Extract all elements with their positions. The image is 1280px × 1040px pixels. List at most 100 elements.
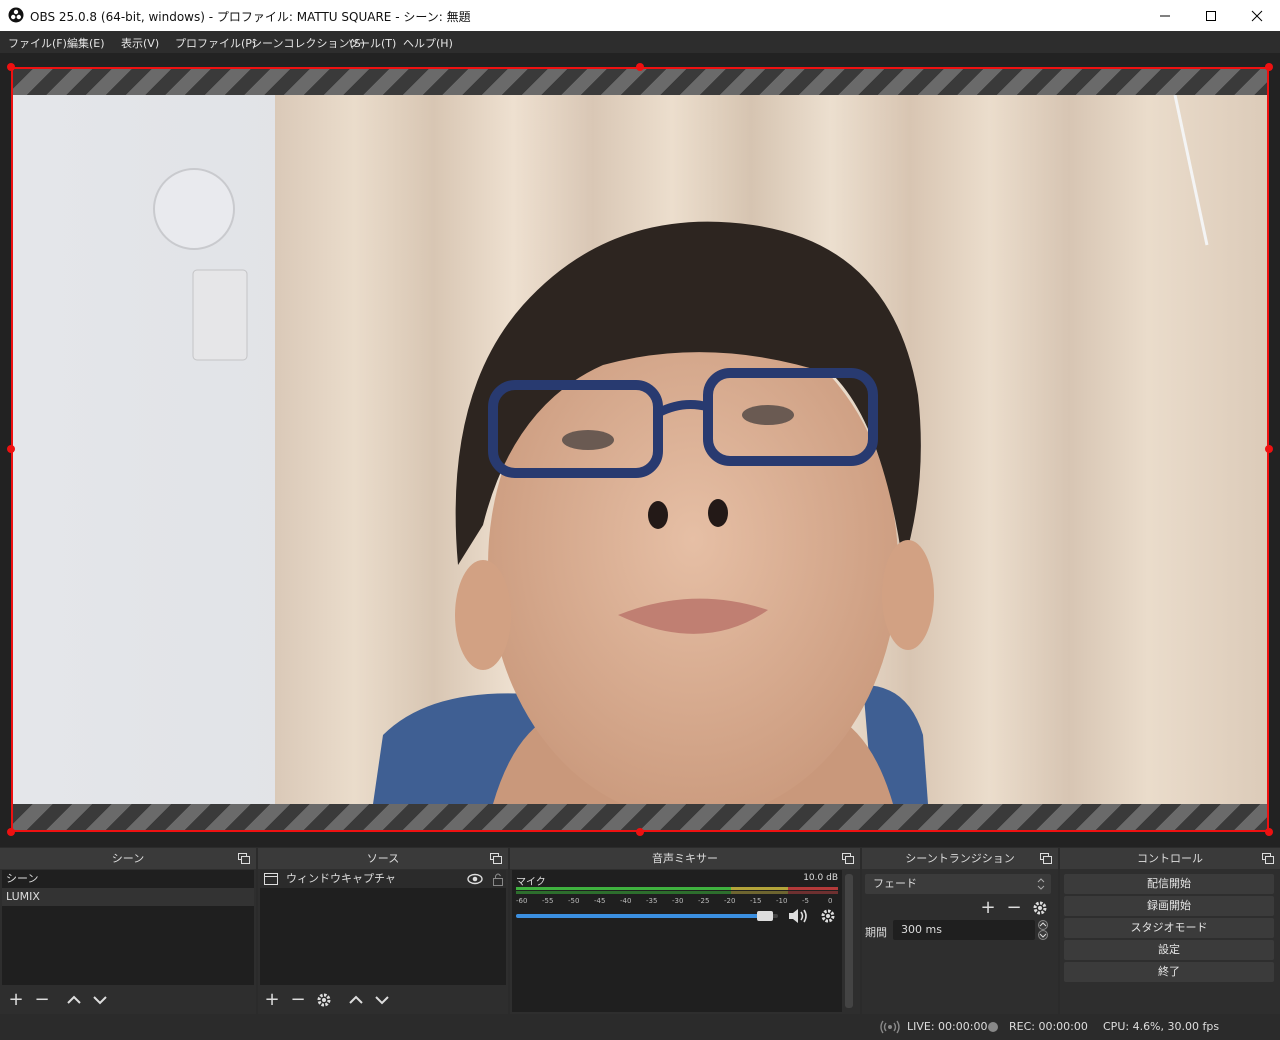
volume-slider-fill <box>516 914 765 918</box>
resize-handle[interactable] <box>636 63 644 71</box>
float-dock-icon[interactable] <box>1262 853 1274 864</box>
add-icon[interactable]: + <box>264 991 280 1009</box>
float-dock-icon[interactable] <box>238 853 250 864</box>
channel-name: マイク <box>516 877 546 888</box>
gear-icon[interactable] <box>820 908 836 924</box>
resize-handle[interactable] <box>1265 63 1273 71</box>
level-meter <box>516 887 838 890</box>
maximize-icon <box>1206 11 1216 21</box>
menu-tools[interactable]: ツール(T) <box>348 35 396 51</box>
menu-file[interactable]: ファイル(F) <box>8 35 67 51</box>
transition-value: フェード <box>873 877 917 890</box>
level-meter <box>516 891 838 894</box>
meter-scale-label: -55 <box>542 897 554 905</box>
duration-value: 300 ms <box>901 923 942 936</box>
preview-canvas[interactable] <box>11 67 1269 832</box>
meter-scale-label: 0 <box>828 897 833 905</box>
dock-title: コントロール <box>1060 848 1280 869</box>
meter-scale-label: -5 <box>802 897 809 905</box>
scenes-dock: シーン シーン LUMIX + − <box>0 848 256 1014</box>
transition-select[interactable]: フェード <box>865 874 1051 894</box>
sources-dock: ソース ウィンドウキャプチャ + − <box>258 848 508 1014</box>
source-item[interactable]: ウィンドウキャプチャ <box>260 870 506 888</box>
start-recording-button[interactable]: 録画開始 <box>1064 896 1274 916</box>
scene-item[interactable]: LUMIX <box>2 888 254 906</box>
meter-scale-label: -10 <box>776 897 788 905</box>
move-up-icon[interactable] <box>348 992 364 1008</box>
move-down-icon[interactable] <box>92 992 108 1008</box>
scene-item[interactable]: シーン <box>2 870 254 888</box>
visibility-eye-icon[interactable] <box>467 873 483 885</box>
resize-handle[interactable] <box>7 63 15 71</box>
duration-label: 期間 <box>865 926 887 939</box>
channel-db: 10.0 dB <box>803 873 838 883</box>
meter-scale-label: -30 <box>672 897 684 905</box>
meter-scale-label: -20 <box>724 897 736 905</box>
volume-slider[interactable] <box>516 911 778 921</box>
sources-toolbar: + − <box>258 986 508 1014</box>
speaker-icon[interactable] <box>788 908 810 924</box>
add-icon[interactable]: + <box>8 991 24 1009</box>
menu-view[interactable]: 表示(V) <box>121 35 159 51</box>
remove-icon[interactable]: − <box>34 991 50 1009</box>
close-button[interactable] <box>1234 0 1280 31</box>
source-list: ウィンドウキャプチャ <box>260 870 506 985</box>
menu-bar: ファイル(F) 編集(E) 表示(V) プロファイル(P) シーンコレクション(… <box>0 31 1280 53</box>
minimize-icon <box>1160 15 1170 17</box>
status-bar: LIVE: 00:00:00 REC: 00:00:00 CPU: 4.6%, … <box>0 1014 1280 1040</box>
window-title: OBS 25.0.8 (64-bit, windows) - プロファイル: M… <box>30 10 471 24</box>
move-up-icon[interactable] <box>66 992 82 1008</box>
resize-handle[interactable] <box>7 828 15 836</box>
cpu-status: CPU: 4.6%, 30.00 fps <box>1103 1020 1220 1033</box>
audio-mixer-dock: 音声ミキサー マイク 10.0 dB -60 -55 -50 -45 -40 -35 -30… <box>510 848 860 1014</box>
resize-handle[interactable] <box>1265 828 1273 836</box>
dock-title: ソース <box>258 848 508 869</box>
menu-edit[interactable]: 編集(E) <box>67 35 105 51</box>
resize-handle[interactable] <box>1265 445 1273 453</box>
source-label: ウィンドウキャプチャ <box>286 872 396 885</box>
lock-icon[interactable] <box>492 872 504 886</box>
mixer-scrollbar[interactable] <box>845 874 853 1008</box>
dock-title: 音声ミキサー <box>510 848 860 869</box>
menu-help[interactable]: ヘルプ(H) <box>403 35 453 51</box>
meter-scale: -60 -55 -50 -45 -40 -35 -30 -25 -20 -15 -10 -5 0 <box>516 897 838 907</box>
exit-button[interactable]: 終了 <box>1064 962 1274 982</box>
maximize-button[interactable] <box>1188 0 1234 31</box>
duration-input[interactable]: 300 ms <box>893 920 1035 940</box>
gear-icon[interactable] <box>316 992 332 1008</box>
webcam-image <box>13 95 1267 804</box>
scene-list: シーン LUMIX <box>2 870 254 985</box>
remove-icon[interactable]: − <box>1006 899 1022 917</box>
mixer-channel-area: マイク 10.0 dB -60 -55 -50 -45 -40 -35 -30 -25 -20-… <box>512 870 842 1012</box>
studio-mode-button[interactable]: スタジオモード <box>1064 918 1274 938</box>
letterbox-top <box>13 69 1267 95</box>
float-dock-icon[interactable] <box>842 853 854 864</box>
volume-slider-thumb[interactable] <box>756 911 773 921</box>
letterbox-bottom <box>13 804 1267 830</box>
menu-profile[interactable]: プロファイル(P) <box>175 35 256 51</box>
spin-buttons-icon[interactable] <box>1036 920 1050 940</box>
window-capture-icon <box>264 873 278 885</box>
title-bar: OBS 25.0.8 (64-bit, windows) - プロファイル: M… <box>0 0 1280 31</box>
float-dock-icon[interactable] <box>1040 853 1052 864</box>
live-status: LIVE: 00:00:00 <box>907 1020 988 1033</box>
start-streaming-button[interactable]: 配信開始 <box>1064 874 1274 894</box>
meter-scale-label: -25 <box>698 897 710 905</box>
meter-scale-label: -60 <box>516 897 528 905</box>
float-dock-icon[interactable] <box>490 853 502 864</box>
obs-logo-icon <box>8 7 24 23</box>
resize-handle[interactable] <box>7 445 15 453</box>
meter-scale-label: -35 <box>646 897 658 905</box>
rec-status: REC: 00:00:00 <box>1009 1020 1088 1033</box>
add-icon[interactable]: + <box>980 899 996 917</box>
live-broadcast-icon <box>880 1020 900 1034</box>
scene-transitions-dock: シーントランジション フェード + − 期間 300 ms <box>862 848 1058 1014</box>
meter-scale-label: -50 <box>568 897 580 905</box>
settings-button[interactable]: 設定 <box>1064 940 1274 960</box>
gear-icon[interactable] <box>1032 900 1048 916</box>
resize-handle[interactable] <box>636 828 644 836</box>
meter-scale-label: -15 <box>750 897 762 905</box>
remove-icon[interactable]: − <box>290 991 306 1009</box>
move-down-icon[interactable] <box>374 992 390 1008</box>
minimize-button[interactable] <box>1142 0 1188 31</box>
